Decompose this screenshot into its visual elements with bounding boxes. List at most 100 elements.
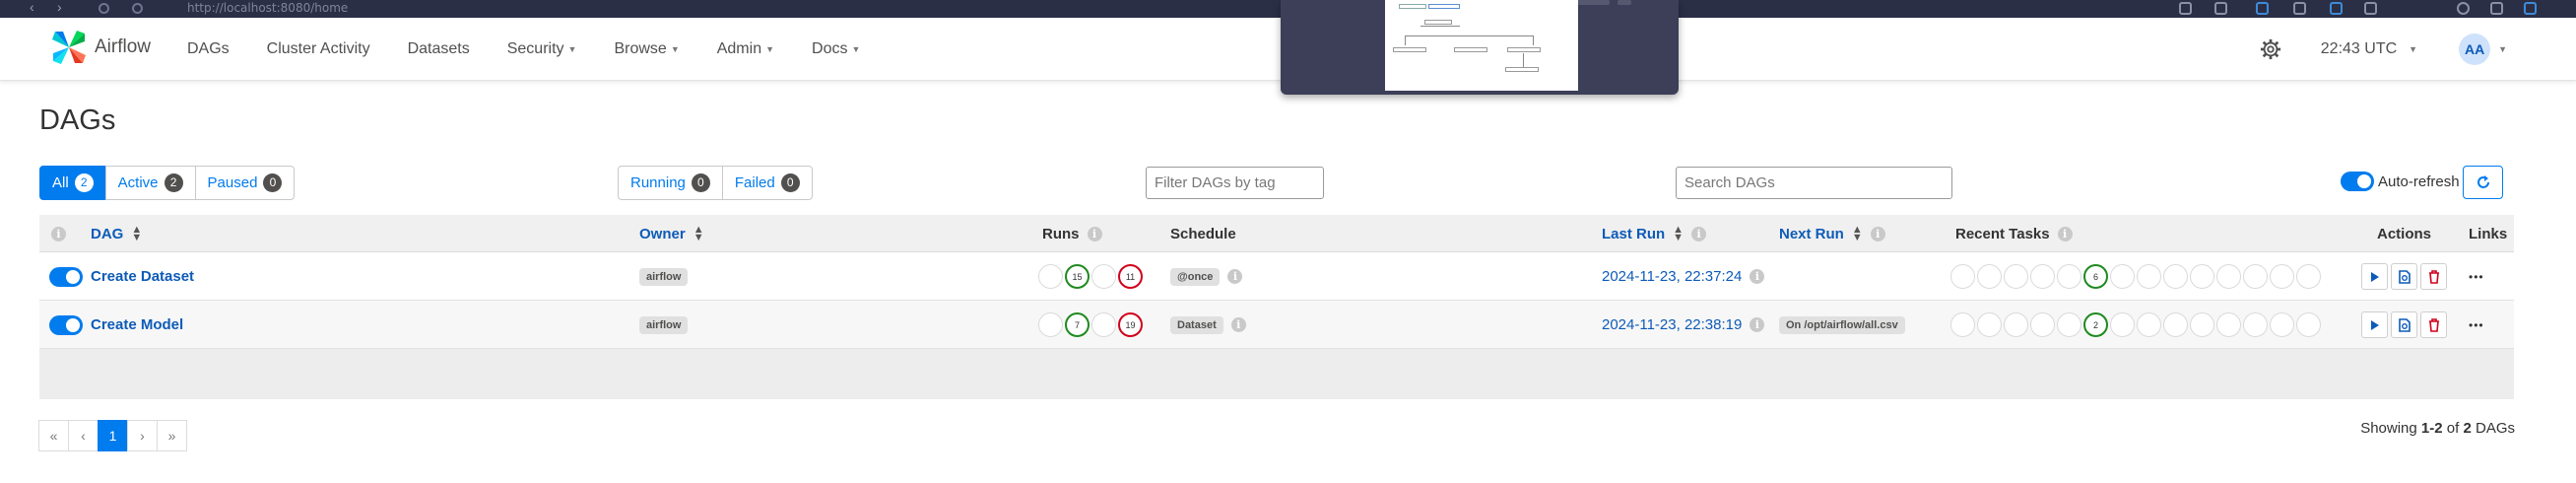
task-state-circle[interactable] [2163,264,2188,289]
delete-dag-button[interactable] [2420,311,2447,338]
info-icon[interactable]: i [51,226,66,242]
menu-icon[interactable] [2524,2,2537,15]
task-state-circle[interactable] [2163,312,2188,337]
run-state-queued[interactable] [1038,312,1063,337]
nav-item-admin[interactable]: Admin ▼ [717,40,774,58]
task-state-circle[interactable] [1950,312,1975,337]
refresh-dag-button[interactable] [2391,311,2417,338]
search-input[interactable]: Search DAGs [1676,167,1952,199]
dag-link[interactable]: Create Dataset [91,268,194,285]
tab-icon[interactable] [2256,2,2269,15]
info-icon[interactable]: i [1230,317,1246,332]
run-state-queued[interactable] [1038,264,1063,289]
info-icon[interactable]: i [1691,226,1707,242]
preview-close-icon[interactable] [1618,0,1631,5]
avatar[interactable]: AA [2459,34,2491,65]
page-first-button[interactable]: « [38,420,69,451]
account-icon[interactable] [2457,2,2470,15]
nav-item-browse[interactable]: Browse ▼ [614,40,679,58]
last-run-link[interactable]: 2024-11-23, 22:38:19 [1602,316,1742,333]
task-state-circle[interactable] [1977,264,2002,289]
nav-item-cluster-activity[interactable]: Cluster Activity [267,40,370,58]
owner-tag[interactable]: airflow [639,315,689,334]
chevron-down-icon[interactable]: ▼ [2498,44,2507,54]
task-state-circle[interactable] [2137,264,2161,289]
refresh-button[interactable] [2463,166,2503,199]
utc-time[interactable]: 22:43 UTC [2321,40,2397,58]
info-icon[interactable]: i [1227,269,1243,284]
task-state-circle[interactable] [2190,264,2214,289]
task-state-circle[interactable] [2296,312,2321,337]
dag-pause-toggle[interactable] [49,266,83,287]
task-state-circle[interactable] [2030,264,2055,289]
sort-icon[interactable]: ▲ ▼ [694,225,704,243]
bookmark-icon[interactable] [2490,2,2503,15]
run-state-running[interactable] [1091,264,1116,289]
screenshot-icon[interactable] [2293,2,2306,15]
task-state-circle[interactable] [2030,312,2055,337]
sort-icon[interactable]: ▲ ▼ [1673,225,1684,243]
sort-icon[interactable]: ▲ ▼ [131,225,142,243]
task-state-success[interactable]: 2 [2083,312,2108,337]
run-state-success[interactable]: 7 [1065,312,1090,337]
task-state-circle[interactable] [2137,312,2161,337]
info-icon[interactable]: i [1750,269,1765,284]
brand-logo[interactable]: Airflow [49,28,151,67]
page-current-button[interactable]: 1 [98,420,128,451]
more-links-icon[interactable]: ••• [2469,319,2484,331]
run-state-failed[interactable]: 19 [1118,312,1143,337]
auto-refresh-switch[interactable] [2341,172,2374,191]
header-dag[interactable]: DAG ▲ ▼ [91,215,142,252]
owner-tag[interactable]: airflow [639,267,689,286]
filter-all-button[interactable]: All 2 [39,166,106,200]
task-state-circle[interactable] [2057,264,2081,289]
refresh-dag-button[interactable] [2391,263,2417,290]
task-state-circle[interactable] [2296,264,2321,289]
header-next-run[interactable]: Next Run ▲ ▼ i [1779,215,1885,252]
header-owner[interactable]: Owner ▲ ▼ [639,215,704,252]
trigger-dag-button[interactable] [2361,263,2388,290]
header-last-run[interactable]: Last Run ▲ ▼ i [1602,215,1707,252]
task-state-circle[interactable] [2270,264,2294,289]
run-state-failed[interactable]: 11 [1118,264,1143,289]
info-icon[interactable]: i [2057,226,2073,242]
next-run-tag[interactable]: On /opt/airflow/all.csv [1779,315,1905,334]
task-state-circle[interactable] [2190,312,2214,337]
task-state-circle[interactable] [2243,264,2268,289]
schedule-tag[interactable]: Dataset [1170,315,1223,334]
task-state-circle[interactable] [2216,264,2241,289]
extension-icon[interactable] [2179,2,2192,15]
filter-paused-button[interactable]: Paused 0 [194,166,296,200]
gear-icon[interactable] [2260,38,2281,60]
sync-icon[interactable] [2330,2,2343,15]
delete-dag-button[interactable] [2420,263,2447,290]
task-state-circle[interactable] [2057,312,2081,337]
last-run-link[interactable]: 2024-11-23, 22:37:24 [1602,268,1742,285]
trigger-dag-button[interactable] [2361,311,2388,338]
url-bar[interactable]: http://localhost:8080/home [187,1,348,15]
history-icon[interactable] [2364,2,2377,15]
chevron-down-icon[interactable]: ▼ [2409,44,2417,54]
more-links-icon[interactable]: ••• [2469,271,2484,283]
dag-link[interactable]: Create Model [91,316,183,333]
page-last-button[interactable]: » [157,420,187,451]
tab-preview-popup[interactable] [1281,0,1679,95]
download-icon[interactable] [2214,2,2227,15]
nav-item-docs[interactable]: Docs ▼ [812,40,860,58]
info-icon[interactable]: i [1750,317,1765,332]
nav-item-datasets[interactable]: Datasets [408,40,470,58]
task-state-success[interactable]: 6 [2083,264,2108,289]
schedule-tag[interactable]: @once [1170,267,1221,286]
task-state-circle[interactable] [2216,312,2241,337]
nav-item-dags[interactable]: DAGs [187,40,230,58]
nav-item-security[interactable]: Security ▼ [507,40,577,58]
task-state-circle[interactable] [2243,312,2268,337]
forward-icon[interactable]: › [57,0,62,15]
page-next-button[interactable]: › [127,420,158,451]
filter-active-button[interactable]: Active 2 [104,166,196,200]
dag-pause-toggle[interactable] [49,314,83,335]
back-icon[interactable]: ‹ [30,0,34,15]
tag-filter-input[interactable]: Filter DAGs by tag [1146,167,1324,199]
task-state-circle[interactable] [2004,312,2028,337]
task-state-circle[interactable] [1977,312,2002,337]
